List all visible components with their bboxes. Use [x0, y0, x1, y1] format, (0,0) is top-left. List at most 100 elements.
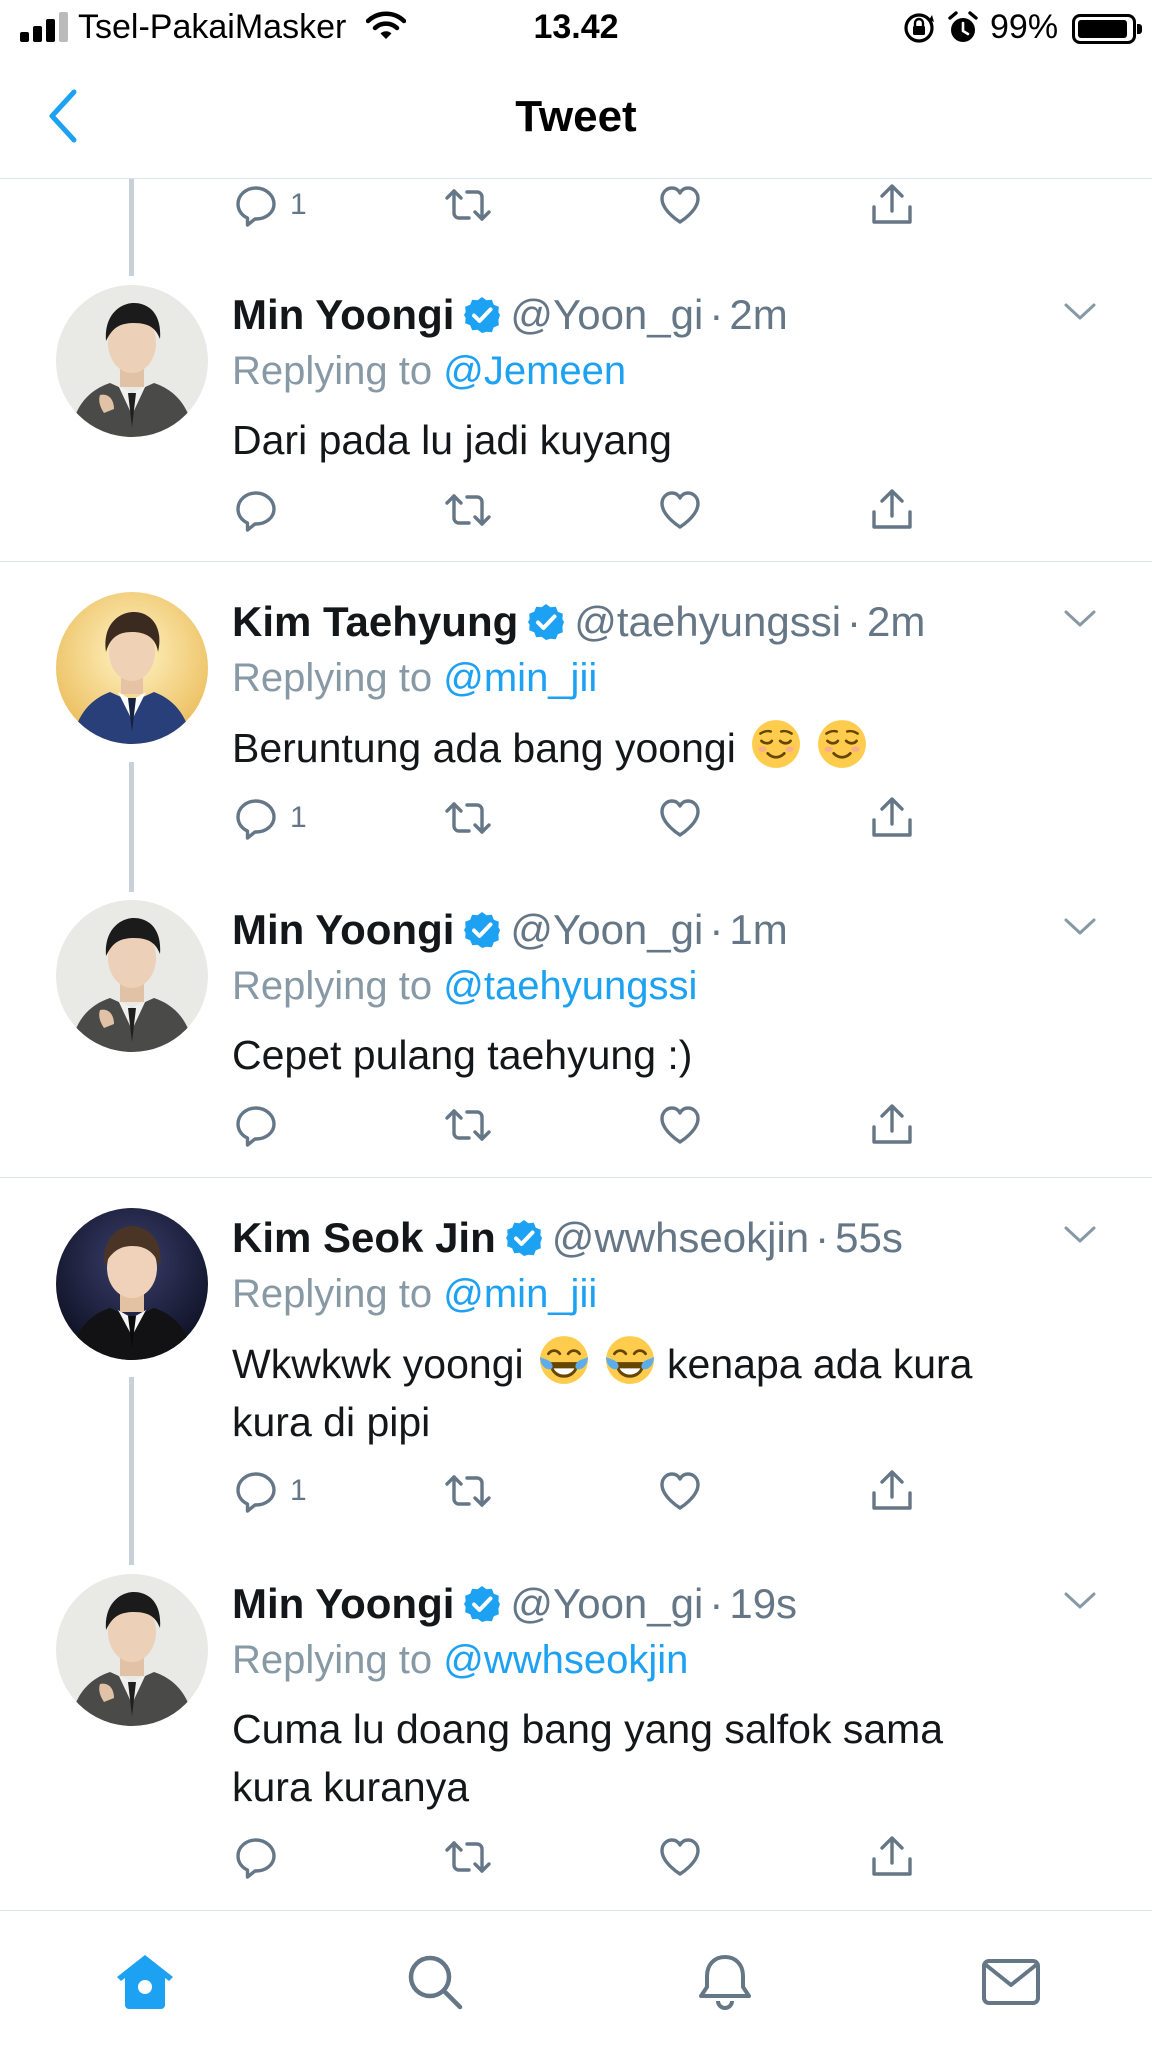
tweet-actions: 1 — [232, 175, 932, 235]
verified-badge-icon — [462, 1584, 502, 1624]
tweet-text: Beruntung ada bang yoongi — [232, 718, 1072, 777]
tweet-actions: 1 — [232, 788, 932, 848]
replying-to: Replying to @min_jii — [232, 650, 597, 706]
tweet-header: Min Yoongi @Yoon_gi · 19s — [232, 1576, 1032, 1632]
tweet-text: Cuma lu doang bang yang salfok sama kura … — [232, 1700, 1072, 1816]
reply-button[interactable]: 1 — [232, 1461, 307, 1521]
chevron-down-icon[interactable] — [1060, 1588, 1100, 1612]
thread-connector-line — [129, 762, 134, 892]
tweet-actions — [232, 1827, 932, 1887]
avatar[interactable] — [56, 285, 208, 437]
retweet-button[interactable] — [442, 175, 494, 235]
tab-notifications[interactable] — [690, 1947, 760, 2017]
chevron-down-icon[interactable] — [1060, 606, 1100, 630]
chevron-down-icon[interactable] — [1060, 1222, 1100, 1246]
display-name[interactable]: Kim Seok Jin — [232, 1214, 496, 1261]
share-icon — [868, 181, 916, 229]
replying-to: Replying to @min_jii — [232, 1266, 597, 1322]
like-button[interactable] — [656, 788, 704, 848]
retweet-button[interactable] — [442, 1461, 494, 1521]
like-button[interactable] — [656, 480, 704, 540]
reply-button[interactable] — [232, 1827, 290, 1887]
tweet-actions — [232, 480, 932, 540]
replying-to-label: Replying to — [232, 1272, 433, 1316]
display-name[interactable]: Min Yoongi — [232, 906, 454, 953]
reply-icon — [232, 1833, 280, 1881]
like-button[interactable] — [656, 1095, 704, 1155]
retweet-button[interactable] — [442, 1095, 494, 1155]
display-name[interactable]: Min Yoongi — [232, 1580, 454, 1627]
tweet-time: 1m — [729, 906, 788, 953]
reply-count: 1 — [290, 1474, 307, 1507]
share-icon — [868, 794, 916, 842]
reply-button[interactable] — [232, 480, 290, 540]
search-icon — [408, 1955, 463, 2010]
tweet-text: Cepet pulang taehyung :) — [232, 1032, 693, 1078]
reply-icon — [232, 1467, 280, 1515]
replying-to-label: Replying to — [232, 964, 433, 1008]
share-button[interactable] — [868, 175, 916, 235]
relieved-face-emoji — [816, 718, 868, 770]
share-button[interactable] — [868, 788, 916, 848]
share-button[interactable] — [868, 1827, 916, 1887]
mention-link[interactable]: @Jemeen — [443, 349, 626, 393]
status-bar: Tsel-PakaiMasker 13.42 99% — [0, 0, 1152, 60]
replying-to: Replying to @wwhseokjin — [232, 1632, 688, 1688]
replying-to: Replying to @taehyungssi — [232, 958, 697, 1014]
tweet-header: Kim Taehyung @taehyungssi · 2m — [232, 594, 1032, 650]
avatar[interactable] — [56, 1574, 208, 1726]
avatar[interactable] — [56, 592, 208, 744]
share-button[interactable] — [868, 480, 916, 540]
tweet-text-part: Cuma lu doang bang yang salfok sama — [232, 1706, 944, 1752]
mention-link[interactable]: @min_jii — [443, 656, 597, 700]
user-handle: @Yoon_gi — [510, 291, 704, 338]
rotation-lock-icon — [902, 11, 936, 50]
reply-button[interactable]: 1 — [232, 175, 307, 235]
tears-of-joy-emoji — [538, 1334, 590, 1386]
like-button[interactable] — [656, 1461, 704, 1521]
replying-to-label: Replying to — [232, 1638, 433, 1682]
tweet-time: 19s — [729, 1580, 798, 1627]
notifications-bell-icon — [699, 1955, 751, 2010]
reply-button[interactable] — [232, 1095, 290, 1155]
separator-dot: · — [709, 291, 724, 338]
share-button[interactable] — [868, 1095, 916, 1155]
mention-link[interactable]: @wwhseokjin — [443, 1638, 688, 1682]
tab-home[interactable] — [110, 1947, 180, 2017]
tweet-header: Kim Seok Jin @wwhseokjin · 55s — [232, 1210, 1032, 1266]
avatar[interactable] — [56, 1208, 208, 1360]
mention-link[interactable]: @taehyungssi — [443, 964, 697, 1008]
user-handle: @Yoon_gi — [510, 1580, 704, 1627]
retweet-button[interactable] — [442, 788, 494, 848]
share-button[interactable] — [868, 1461, 916, 1521]
reply-icon — [232, 181, 280, 229]
home-icon — [117, 1955, 173, 2009]
tweet-header: Min Yoongi @Yoon_gi · 2m — [232, 287, 1032, 343]
like-button[interactable] — [656, 175, 704, 235]
messages-mail-icon — [982, 1959, 1040, 2005]
heart-icon — [656, 1467, 704, 1515]
mention-link[interactable]: @min_jii — [443, 1272, 597, 1316]
tab-bar — [0, 1910, 1152, 2049]
navigation-bar: Tweet — [0, 60, 1152, 179]
divider — [0, 561, 1152, 562]
display-name[interactable]: Kim Taehyung — [232, 598, 518, 645]
reply-button[interactable]: 1 — [232, 788, 307, 848]
tweet-time: 2m — [867, 598, 926, 645]
tweet-text: Dari pada lu jadi kuyang — [232, 417, 672, 463]
retweet-button[interactable] — [442, 1827, 494, 1887]
display-name[interactable]: Min Yoongi — [232, 291, 454, 338]
tweet-text: Wkwkwk yoongi kenapa ada kura kura di pip… — [232, 1334, 1072, 1451]
retweet-button[interactable] — [442, 480, 494, 540]
like-button[interactable] — [656, 1827, 704, 1887]
chevron-down-icon[interactable] — [1060, 299, 1100, 323]
chevron-down-icon[interactable] — [1060, 914, 1100, 938]
tab-messages[interactable] — [976, 1947, 1046, 2017]
tab-search[interactable] — [400, 1947, 470, 2017]
retweet-icon — [442, 181, 494, 229]
relieved-face-emoji — [750, 718, 802, 770]
avatar[interactable] — [56, 900, 208, 1052]
tweet-text-part: Wkwkwk yoongi — [232, 1341, 524, 1387]
retweet-icon — [442, 1101, 494, 1149]
share-icon — [868, 1833, 916, 1881]
